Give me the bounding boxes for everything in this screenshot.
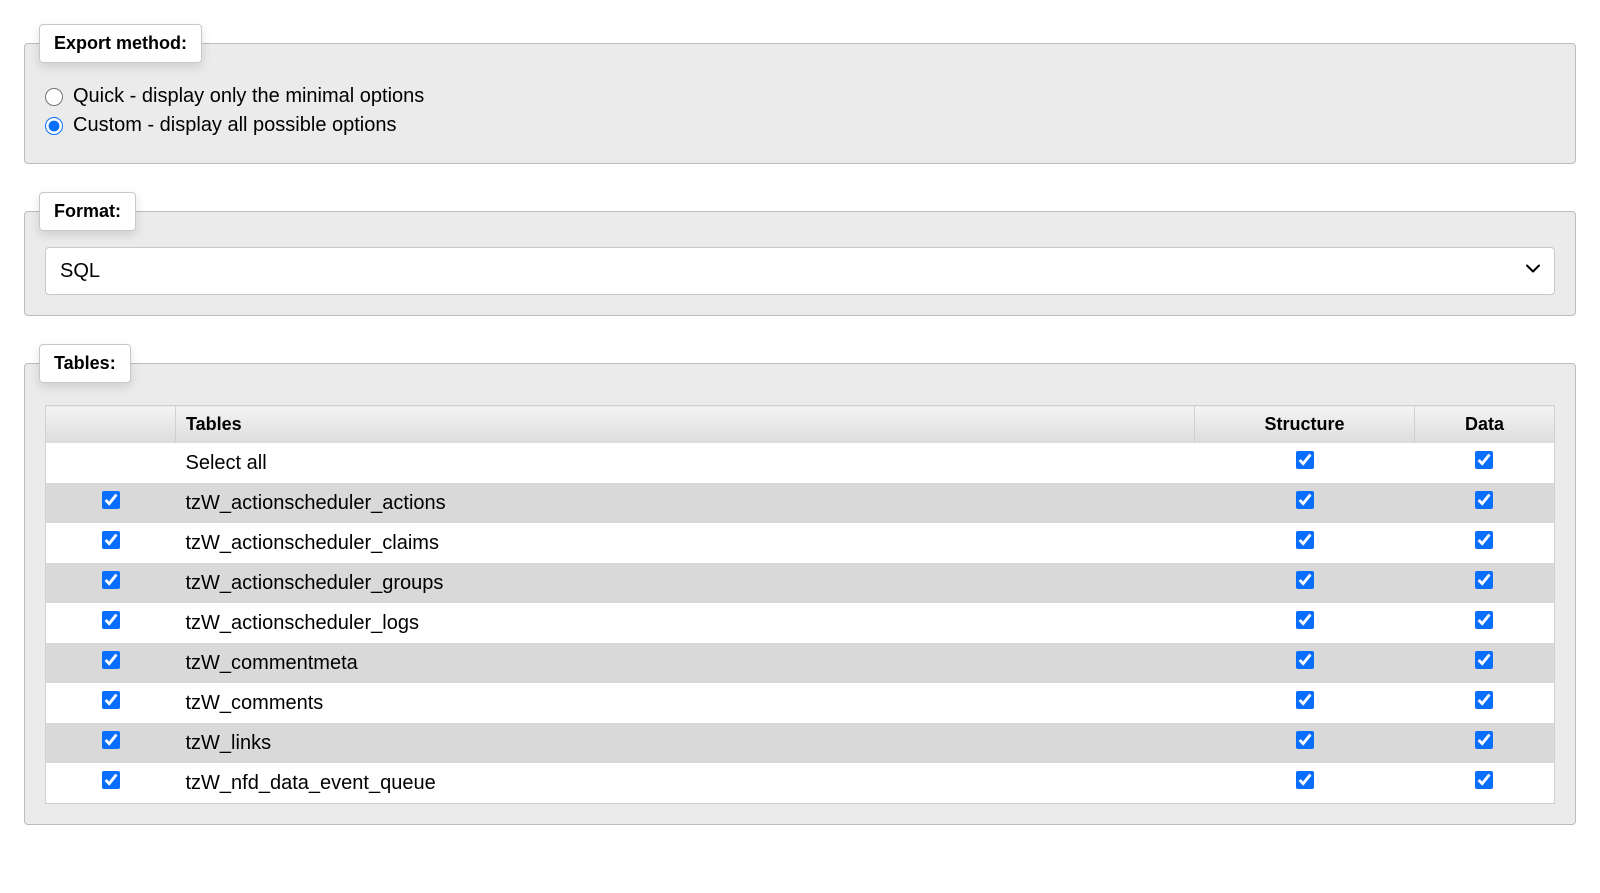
row-table-name[interactable]: tzW_nfd_data_event_queue — [176, 763, 1195, 804]
tables-panel: Tables: Tables Structure Data Select all… — [24, 344, 1576, 825]
row-structure-checkbox[interactable] — [1296, 571, 1314, 589]
tables-body: Select all tzW_actionscheduler_actionstz… — [46, 443, 1555, 804]
row-table-name[interactable]: tzW_comments — [176, 683, 1195, 723]
table-row: tzW_actionscheduler_logs — [46, 603, 1555, 643]
export-method-panel: Export method: Quick - display only the … — [24, 24, 1576, 164]
row-data-checkbox[interactable] — [1475, 691, 1493, 709]
row-structure-checkbox[interactable] — [1296, 611, 1314, 629]
row-select-checkbox[interactable] — [102, 691, 120, 709]
table-row: tzW_commentmeta — [46, 643, 1555, 683]
row-select-checkbox[interactable] — [102, 491, 120, 509]
row-table-name[interactable]: tzW_commentmeta — [176, 643, 1195, 683]
row-structure-checkbox[interactable] — [1296, 531, 1314, 549]
row-table-name[interactable]: tzW_actionscheduler_claims — [176, 523, 1195, 563]
row-select-checkbox[interactable] — [102, 771, 120, 789]
table-row: tzW_nfd_data_event_queue — [46, 763, 1555, 804]
table-row: tzW_comments — [46, 683, 1555, 723]
row-data-checkbox[interactable] — [1475, 531, 1493, 549]
tables-header-blank — [46, 406, 176, 444]
tables-header-structure: Structure — [1195, 406, 1415, 444]
export-method-legend: Export method: — [39, 24, 202, 63]
row-structure-checkbox[interactable] — [1296, 491, 1314, 509]
row-structure-checkbox[interactable] — [1296, 731, 1314, 749]
export-method-quick-label[interactable]: Quick - display only the minimal options — [73, 85, 424, 108]
select-all-row: Select all — [46, 443, 1555, 483]
row-select-checkbox[interactable] — [102, 731, 120, 749]
select-all-empty-cell — [46, 443, 176, 483]
export-method-custom-radio[interactable] — [45, 117, 63, 135]
export-method-custom-label[interactable]: Custom - display all possible options — [73, 114, 397, 137]
row-structure-checkbox[interactable] — [1296, 771, 1314, 789]
row-data-checkbox[interactable] — [1475, 771, 1493, 789]
row-data-checkbox[interactable] — [1475, 611, 1493, 629]
tables-header-tables: Tables — [176, 406, 1195, 444]
table-row: tzW_actionscheduler_actions — [46, 483, 1555, 523]
select-all-data-checkbox[interactable] — [1475, 451, 1493, 469]
format-legend: Format: — [39, 192, 136, 231]
row-select-checkbox[interactable] — [102, 531, 120, 549]
row-data-checkbox[interactable] — [1475, 731, 1493, 749]
tables-grid: Tables Structure Data Select all tzW_act… — [45, 405, 1555, 804]
row-data-checkbox[interactable] — [1475, 651, 1493, 669]
row-table-name[interactable]: tzW_actionscheduler_actions — [176, 483, 1195, 523]
row-structure-checkbox[interactable] — [1296, 651, 1314, 669]
export-method-quick-row: Quick - display only the minimal options — [45, 85, 1555, 108]
format-panel: Format: SQL — [24, 192, 1576, 316]
tables-header-data: Data — [1415, 406, 1555, 444]
row-structure-checkbox[interactable] — [1296, 691, 1314, 709]
export-method-custom-row: Custom - display all possible options — [45, 114, 1555, 137]
export-method-quick-radio[interactable] — [45, 88, 63, 106]
select-all-label[interactable]: Select all — [176, 443, 1195, 483]
row-select-checkbox[interactable] — [102, 651, 120, 669]
tables-header-row: Tables Structure Data — [46, 406, 1555, 444]
row-data-checkbox[interactable] — [1475, 491, 1493, 509]
row-table-name[interactable]: tzW_links — [176, 723, 1195, 763]
format-select[interactable]: SQL — [45, 247, 1555, 295]
table-row: tzW_actionscheduler_groups — [46, 563, 1555, 603]
row-table-name[interactable]: tzW_actionscheduler_logs — [176, 603, 1195, 643]
row-table-name[interactable]: tzW_actionscheduler_groups — [176, 563, 1195, 603]
row-data-checkbox[interactable] — [1475, 571, 1493, 589]
format-select-wrap: SQL — [45, 247, 1555, 295]
select-all-structure-checkbox[interactable] — [1296, 451, 1314, 469]
row-select-checkbox[interactable] — [102, 611, 120, 629]
table-row: tzW_links — [46, 723, 1555, 763]
tables-legend: Tables: — [39, 344, 131, 383]
row-select-checkbox[interactable] — [102, 571, 120, 589]
table-row: tzW_actionscheduler_claims — [46, 523, 1555, 563]
